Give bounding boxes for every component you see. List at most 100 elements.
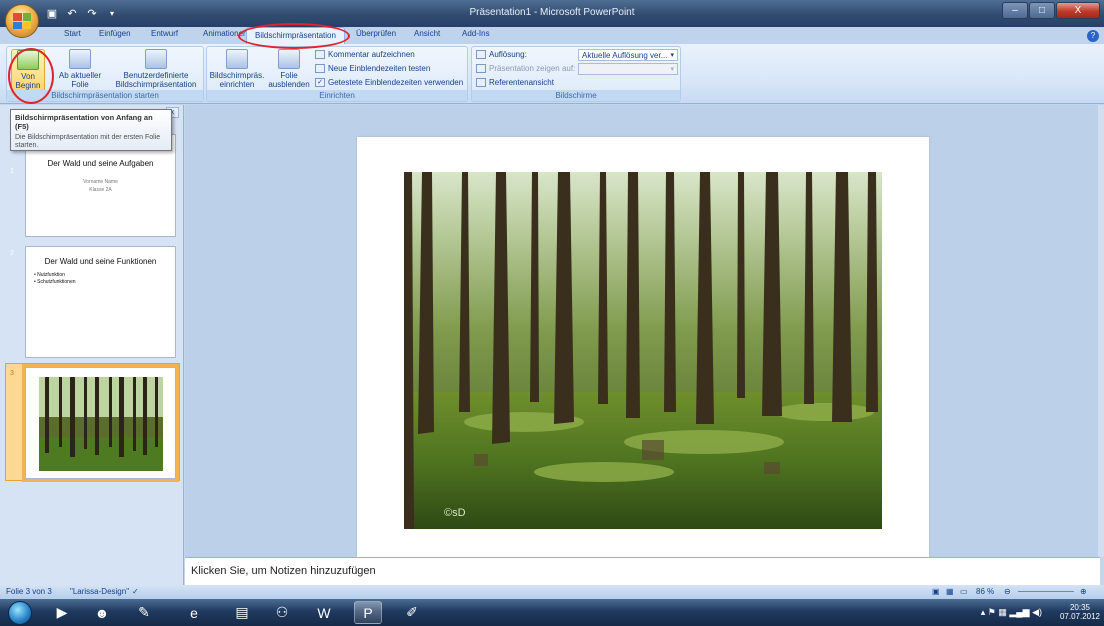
kommentar-label: Kommentar aufzeichnen	[328, 50, 415, 59]
network-icon[interactable]: ⚇	[268, 601, 296, 624]
group-start: Von Beginn an Ab aktueller Folie Benutze…	[6, 46, 204, 102]
group-einrichten-label: Einrichten	[207, 90, 467, 101]
ribbon: Von Beginn an Ab aktueller Folie Benutze…	[0, 44, 1104, 104]
internet-explorer-icon[interactable]: e	[180, 601, 208, 624]
slide-number: 2	[10, 250, 14, 257]
checkbox-icon	[476, 78, 486, 87]
tab-einfuegen[interactable]: Einfügen	[99, 29, 131, 38]
einblendezeiten-verwenden-label: Getestete Einblendezeiten verwenden	[328, 78, 464, 87]
einblendezeiten-verwenden-checkbox[interactable]: ✓ Getestete Einblendezeiten verwenden	[315, 78, 463, 87]
slideshow-view-icon[interactable]: ▭	[960, 587, 968, 596]
close-button[interactable]: X	[1056, 2, 1100, 19]
group-einrichten: Bildschirmpräs. einrichten Folie ausblen…	[206, 46, 468, 102]
help-icon[interactable]: ?	[1087, 30, 1099, 42]
chevron-down-icon: ▾	[670, 52, 674, 59]
bullet-item: • Nutzfunktion	[34, 272, 65, 278]
office-logo-icon	[13, 13, 31, 29]
notes-placeholder: Klicken Sie, um Notizen hinzuzufügen	[191, 565, 376, 577]
zoom-in-icon[interactable]: ⊕	[1080, 587, 1087, 596]
folie-ausblenden-label: Folie ausblenden	[268, 71, 310, 89]
ab-aktueller-folie-label: Ab aktueller Folie	[58, 71, 102, 89]
tab-bildschirmpraesentation[interactable]: Bildschirmpräsentation	[246, 27, 345, 44]
benutzerdefiniert-button[interactable]: Benutzerdefinierte Bildschirmpräsentatio…	[109, 49, 203, 89]
ribbon-tabs: Start Einfügen Entwurf Animationen Bilds…	[0, 27, 1104, 44]
slide-subtitle: Vorname Name	[83, 179, 118, 185]
slide-thumbnail-3[interactable]	[22, 364, 179, 482]
praesentation-zeigen-label: Präsentation zeigen auf:	[489, 64, 576, 73]
chevron-down-icon: ▾	[670, 66, 674, 73]
tooltip: Bildschirmpräsentation von Anfang an (F5…	[10, 109, 172, 151]
sorter-view-icon[interactable]: ▦	[946, 587, 954, 596]
tab-ansicht[interactable]: Ansicht	[414, 29, 440, 38]
slide-number: 1	[10, 168, 14, 175]
status-bar: Folie 3 von 3 "Larissa-Design" ✓ ▣ ▦ ▭ 8…	[0, 585, 1104, 599]
window-controls: – □ X	[1002, 2, 1100, 19]
tray-icons[interactable]: ▴ ⚑ ▦ ▂▄▆ ◀)	[981, 607, 1042, 618]
kommentar-aufzeichnen-button[interactable]: Kommentar aufzeichnen	[315, 50, 415, 59]
slide-title: Der Wald und seine Aufgaben	[47, 159, 154, 168]
bullet-list: • Nutzfunktion • Schutzfunktionen	[34, 272, 175, 286]
tab-ueberpruefen[interactable]: Überprüfen	[356, 29, 396, 38]
hide-slide-icon	[278, 49, 300, 69]
zoom-out-icon[interactable]: ⊖	[1004, 587, 1011, 596]
system-tray: 20:35 07.07.2012	[1060, 603, 1100, 621]
notes-pane[interactable]: Klicken Sie, um Notizen hinzuzufügen	[185, 557, 1100, 585]
clock-date[interactable]: 07.07.2012	[1060, 612, 1100, 621]
monitor-icon	[476, 64, 486, 73]
bullet-item: • Schutzfunktionen	[34, 279, 76, 285]
start-button[interactable]	[8, 601, 32, 625]
pin-icon[interactable]: ✎	[130, 601, 158, 624]
forest-photo[interactable]: ©sD	[404, 172, 882, 529]
einrichten-button[interactable]: Bildschirmpräs. einrichten	[209, 49, 265, 89]
powerpoint-icon[interactable]: P	[354, 601, 382, 624]
paint-icon[interactable]: ✐	[398, 601, 426, 624]
aufloesung-label: Auflösung:	[489, 50, 527, 59]
aufloesung-dropdown[interactable]: Aktuelle Auflösung ver... ▾	[578, 49, 678, 61]
slide-subtitle: Klasse 2A	[89, 187, 112, 193]
aufloesung-label-row: Auflösung:	[476, 50, 527, 59]
theme-name: "Larissa-Design"	[70, 587, 130, 596]
spellcheck-icon[interactable]: ✓	[132, 587, 139, 596]
group-bildschirme-label: Bildschirme	[472, 90, 680, 101]
slide-thumbnail-2[interactable]: Der Wald und seine Funktionen • Nutzfunk…	[25, 246, 176, 358]
folie-ausblenden-button[interactable]: Folie ausblenden	[265, 49, 313, 89]
taskbar: ▶ ☻ ✎ e ▤ ⚇ W P ✐ 20:35 07.07.2012 ▴ ⚑ ▦…	[0, 599, 1104, 626]
einblendezeiten-testen-button[interactable]: Neue Einblendezeiten testen	[315, 64, 430, 73]
timer-icon	[315, 64, 325, 73]
normal-view-icon[interactable]: ▣	[932, 587, 940, 596]
minimize-button[interactable]: –	[1002, 2, 1028, 19]
slide-editor: ©sD	[185, 105, 1100, 557]
window-title: Präsentation1 - Microsoft PowerPoint	[469, 7, 635, 18]
maximize-button[interactable]: □	[1029, 2, 1055, 19]
ab-aktueller-folie-button[interactable]: Ab aktueller Folie	[55, 49, 105, 89]
resolution-icon	[476, 50, 486, 59]
tab-animationen[interactable]: Animationen	[203, 29, 247, 38]
custom-show-icon	[145, 49, 167, 69]
current-slide[interactable]: ©sD	[357, 137, 929, 557]
tab-start[interactable]: Start	[64, 29, 81, 38]
group-bildschirme: Auflösung: Aktuelle Auflösung ver... ▾ P…	[471, 46, 681, 102]
zoom-slider[interactable]	[1018, 591, 1074, 592]
media-center-icon[interactable]: ▶	[48, 601, 76, 624]
praesentation-zeigen-dropdown[interactable]: ▾	[578, 63, 678, 75]
von-beginn-an-button[interactable]: Von Beginn an	[11, 49, 45, 99]
office-button[interactable]	[5, 4, 39, 38]
record-icon	[315, 50, 325, 59]
zoom-level[interactable]: 86 %	[976, 587, 994, 596]
tab-entwurf[interactable]: Entwurf	[151, 29, 178, 38]
slide-title: Der Wald und seine Funktionen	[44, 257, 157, 266]
photo-credit: ©sD	[444, 507, 466, 519]
checkmark-icon: ✓	[315, 78, 325, 87]
vertical-scrollbar[interactable]	[1098, 105, 1104, 557]
forest-thumbnail-image	[39, 377, 163, 471]
clock-time[interactable]: 20:35	[1060, 603, 1100, 612]
tooltip-body: Die Bildschirmpräsentation mit der erste…	[15, 134, 161, 149]
referentenansicht-checkbox[interactable]: Referentenansicht	[476, 78, 554, 87]
current-slide-icon	[69, 49, 91, 69]
slide-number: 3	[10, 370, 14, 377]
folder-icon[interactable]: ▤	[228, 601, 256, 624]
tab-add-ins[interactable]: Add-Ins	[462, 29, 490, 38]
messenger-icon[interactable]: ☻	[88, 601, 116, 624]
referentenansicht-label: Referentenansicht	[489, 78, 554, 87]
word-icon[interactable]: W	[310, 601, 338, 624]
